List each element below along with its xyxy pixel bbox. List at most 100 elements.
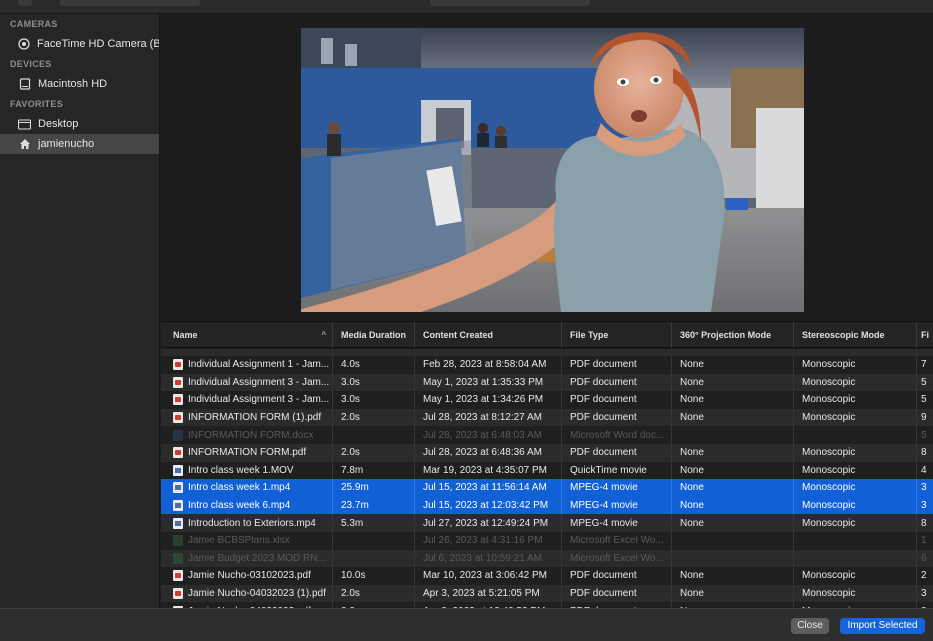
cell-duration: 25.9m (333, 479, 415, 497)
table-row[interactable]: Jamie Nucho-03102023.pdf 10.0s Mar 10, 202… (161, 567, 933, 585)
cell-projection: None (672, 584, 794, 603)
sidebar-item-label: Macintosh HD (38, 78, 108, 90)
cell-name: Jamie Nucho-03102023.pdf (161, 567, 333, 585)
cell-duration: 23.7m (333, 496, 415, 515)
cell-fi: 5 (921, 394, 927, 406)
movie-file-icon (173, 482, 183, 494)
pdf-file-icon (173, 359, 183, 371)
cell-stereo: Monoscopic (794, 443, 917, 462)
cell-fi: 7 (921, 359, 927, 371)
cell-projection: None (672, 514, 794, 532)
cell-projection (672, 426, 794, 444)
table-row[interactable]: Jamie Budget 2023 MOD RN... Jul 6, 2023 a… (161, 549, 933, 568)
column-header-content-created[interactable]: Content Created (415, 322, 562, 348)
table-row[interactable]: INFORMATION FORM.docx Jul 28, 2023 at 6:4… (161, 426, 933, 444)
cell-fi: 8 (921, 447, 927, 459)
table-row-partial[interactable] (161, 349, 933, 356)
sidebar-item-jamienucho[interactable]: jamienucho (0, 134, 159, 154)
table-row[interactable]: Introduction to Exteriors.mp4 5.3m Jul 27,… (161, 514, 933, 532)
column-header-projection-mode[interactable]: 360° Projection Mode (672, 322, 794, 348)
cell-name: Individual Assignment 1 - Jam... (161, 356, 333, 374)
table-row[interactable]: Jamie BCBSPlans.xlsx Jul 26, 2023 at 4:31… (161, 531, 933, 550)
pdf-file-icon (173, 570, 183, 582)
preview-pane (161, 14, 933, 320)
cell-created: Jul 15, 2023 at 12:03:42 PM (415, 496, 562, 515)
sidebar-section-cameras: CAMERAS (10, 19, 58, 29)
cell-stereo: Monoscopic (794, 461, 917, 480)
table-row[interactable]: INFORMATION FORM (1).pdf 2.0s Jul 28, 2023… (161, 408, 933, 427)
footer-bar: Close Import Selected (0, 608, 933, 641)
cell-fi: 6 (921, 552, 927, 564)
cell-duration (333, 426, 415, 444)
close-button[interactable]: Close (791, 618, 829, 634)
cell-projection: None (672, 443, 794, 462)
sidebar-item-label: Desktop (38, 118, 79, 130)
cell-fi: 5 (921, 429, 927, 441)
column-header-media-duration[interactable]: Media Duration (333, 322, 415, 348)
sidebar-item-desktop[interactable]: Desktop (0, 114, 159, 134)
cell-created: Jul 28, 2023 at 8:12:27 AM (415, 408, 562, 427)
desktop-folder-icon (18, 118, 31, 131)
table-row[interactable]: Intro class week 1.MOV 7.8m Mar 19, 2023 a… (161, 461, 933, 480)
cell-stereo: Monoscopic (794, 408, 917, 427)
table-row[interactable]: Intro class week 6.mp4 23.7m Jul 15, 2023 … (161, 496, 933, 515)
table-rows: Individual Assignment 1 - Jam... 4.0s Feb … (161, 349, 933, 608)
word-file-icon (173, 429, 183, 441)
cell-fi: 3 (921, 500, 927, 512)
cell-created: Apr 3, 2023 at 5:21:05 PM (415, 584, 562, 603)
cell-type: MPEG-4 movie (562, 514, 672, 532)
cell-fi: 5 (921, 376, 927, 388)
cell-name: Jamie Nucho-04032023 (1).pdf (161, 584, 333, 603)
cell-type: PDF document (562, 356, 672, 374)
cell-stereo: Monoscopic (794, 496, 917, 515)
table-row[interactable]: Individual Assignment 3 - Jam... 3.0s May … (161, 391, 933, 409)
pdf-file-icon (173, 376, 183, 388)
sidebar: CAMERAS FaceTime HD Camera (Bu... DEVICE… (0, 14, 160, 608)
movie-file-icon (173, 464, 183, 476)
cell-created: Jul 6, 2023 at 10:59:21 AM (415, 549, 562, 568)
import-selected-button[interactable]: Import Selected (840, 618, 925, 634)
home-icon (18, 138, 31, 151)
cell-created: Jul 28, 2023 at 6:48:36 AM (415, 443, 562, 462)
cell-type: Microsoft Excel Wo... (562, 531, 672, 550)
cell-fi: 9 (921, 412, 927, 424)
sidebar-item-facetime-camera[interactable]: FaceTime HD Camera (Bu... (0, 34, 159, 54)
sidebar-item-macintosh-hd[interactable]: Macintosh HD (0, 74, 159, 94)
table-row[interactable]: Jamie Nucho-04032023 (1).pdf 2.0s Apr 3, 2… (161, 584, 933, 603)
cell-projection: None (672, 479, 794, 497)
cell-fi: 2 (921, 570, 927, 582)
cell-stereo: Monoscopic (794, 356, 917, 374)
cell-type: MPEG-4 movie (562, 496, 672, 515)
cell-duration: 2.0s (333, 443, 415, 462)
cell-stereo (794, 549, 917, 568)
column-header-fi[interactable]: Fi (917, 322, 933, 348)
cell-created: May 1, 2023 at 1:34:26 PM (415, 391, 562, 409)
camera-icon (18, 38, 30, 51)
cell-stereo: Monoscopic (794, 567, 917, 585)
cell-type: PDF document (562, 443, 672, 462)
column-header-stereoscopic-mode[interactable]: Stereoscopic Mode (794, 322, 917, 348)
cell-fi: 3 (921, 482, 927, 494)
column-header-file-type[interactable]: File Type (562, 322, 672, 348)
table-row[interactable]: Intro class week 1.mp4 25.9m Jul 15, 2023 … (161, 479, 933, 497)
cell-created: Jul 28, 2023 at 6:48:03 AM (415, 426, 562, 444)
cell-name: Intro class week 1.mp4 (161, 479, 333, 497)
table-row[interactable]: Individual Assignment 3 - Jam... 3.0s May … (161, 373, 933, 392)
cell-name: Intro class week 1.MOV (161, 461, 333, 480)
cell-type: Microsoft Word doc... (562, 426, 672, 444)
cell-name: INFORMATION FORM.docx (161, 426, 333, 444)
cell-projection: None (672, 496, 794, 515)
movie-file-icon (173, 517, 183, 529)
cell-duration: 10.0s (333, 567, 415, 585)
cell-created: Mar 10, 2023 at 3:06:42 PM (415, 567, 562, 585)
pdf-file-icon (173, 447, 183, 459)
cell-duration (333, 549, 415, 568)
cell-duration: 4.0s (333, 356, 415, 374)
table-row[interactable]: Individual Assignment 1 - Jam... 4.0s Feb … (161, 356, 933, 374)
cell-fi: 4 (921, 464, 927, 476)
table-row[interactable]: INFORMATION FORM.pdf 2.0s Jul 28, 2023 at … (161, 443, 933, 462)
cell-projection (672, 531, 794, 550)
cell-type: PDF document (562, 408, 672, 427)
cell-type: PDF document (562, 567, 672, 585)
column-header-name[interactable]: Name ^ (161, 322, 333, 348)
